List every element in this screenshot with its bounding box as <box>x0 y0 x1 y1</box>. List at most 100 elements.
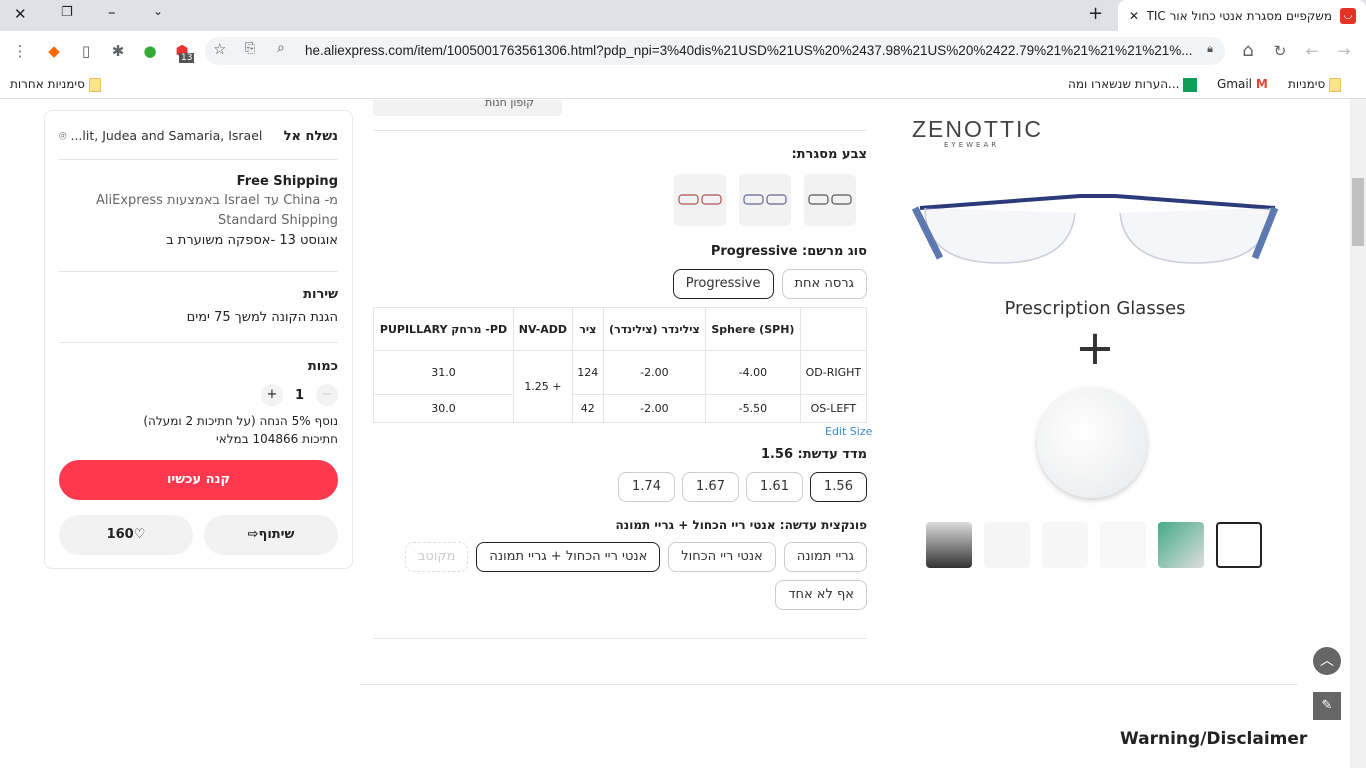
prescription-label: סוג מרשם: Progressive <box>710 244 867 259</box>
buy-now-button[interactable]: קנה עכשיו <box>59 460 338 500</box>
extension-globe-icon[interactable]: ● <box>138 39 162 63</box>
share-label: שיתוף <box>258 527 295 542</box>
toolbar: ⋮ ◆ ▯ ✱ ● ⬢ 13 ☆ ⎘ ⌕ he.aliexpress.com/i… <box>0 31 1366 71</box>
cell: -2.00 <box>602 350 707 395</box>
extensions-puzzle-icon[interactable]: ✱ <box>106 39 130 63</box>
adblock-badge: 13 <box>179 53 195 63</box>
function-option[interactable]: אנטי ריי הכחול + גריי תמונה <box>476 542 661 572</box>
increase-button[interactable]: + <box>260 384 283 406</box>
sidebar-icon[interactable]: ▯ <box>74 39 98 63</box>
thumbnail[interactable] <box>1158 522 1204 568</box>
cell: 124 <box>571 350 604 395</box>
extension-icon[interactable]: ◆ <box>42 39 66 63</box>
thumbnail[interactable] <box>926 522 972 568</box>
thumbnail[interactable] <box>984 522 1030 568</box>
glasses-image <box>911 194 1279 264</box>
zoom-icon[interactable]: ⌕ <box>277 40 285 56</box>
color-option-red[interactable] <box>674 174 726 226</box>
back-icon[interactable]: ← <box>1300 39 1324 63</box>
function-option[interactable]: אף לא אחד <box>775 580 867 610</box>
option-progressive[interactable]: Progressive <box>672 269 774 299</box>
home-icon[interactable]: ⌂ <box>1236 39 1260 63</box>
tab-active[interactable]: ◡ משקפיים מסגרת אנטי כחול אור ZENOTTIC ✕ <box>1118 0 1366 31</box>
forward-icon[interactable]: → <box>1332 39 1356 63</box>
address-bar[interactable]: ☆ ⎘ ⌕ he.aliexpress.com/item/10050017635… <box>205 37 1225 65</box>
bookmark-label: Gmail <box>1217 77 1253 91</box>
close-window-icon[interactable]: ✕ <box>14 5 27 23</box>
color-option-blue[interactable] <box>739 174 791 226</box>
reload-icon[interactable]: ↻ <box>1268 39 1292 63</box>
brand-sub: EYEWEAR <box>944 141 1000 149</box>
thumbnail-strip <box>926 522 1262 568</box>
function-option[interactable]: אנטי ריי הכחול <box>668 542 776 572</box>
bookmark-gmail[interactable]: Gmail M <box>1217 77 1268 91</box>
function-option[interactable]: גריי תמונה <box>783 542 867 572</box>
quantity-title: כמות <box>307 359 338 374</box>
location-pin-icon: ⌾ <box>59 128 71 143</box>
ship-to-location[interactable]: ⌾ ...lit, Judea and Samaria, Israel <box>59 128 262 144</box>
product-main-image[interactable]: ZENOTTIC EYEWEAR Prescription Glasses + <box>900 108 1290 508</box>
cell: 42 <box>571 394 604 423</box>
function-option-disabled: מקוטב <box>404 542 469 572</box>
minimize-icon[interactable]: – <box>108 3 116 21</box>
quantity-value[interactable]: 1 <box>295 388 304 403</box>
thumbnail[interactable] <box>1042 522 1088 568</box>
scrollbar-thumb[interactable] <box>1352 178 1364 246</box>
share-button[interactable]: שיתוף⇨ <box>204 515 338 555</box>
lock-icon: 🔒︎ <box>1207 42 1213 55</box>
option-single-vision[interactable]: גרסה אחת <box>781 269 867 299</box>
disclaimer-heading: Warning/Disclaimer <box>1120 729 1308 749</box>
tab-bar: ✕ ❐ – ⌄ + ◡ משקפיים מסגרת אנטי כחול אור … <box>0 0 1366 31</box>
index-option[interactable]: 1.56 <box>810 472 867 502</box>
feedback-edit-icon[interactable]: ✎ <box>1313 692 1341 720</box>
table-header: Sphere (SPH) <box>705 307 801 351</box>
lens-function-label: פונקצית עדשה: אנטי ריי הכחול + גריי תמונ… <box>615 518 867 532</box>
frame-color-label: צבע מסגרת: <box>791 147 867 162</box>
edit-size-link[interactable]: Edit Size <box>825 425 872 438</box>
share-icon[interactable]: ⎘ <box>245 41 255 56</box>
divider <box>373 130 867 131</box>
cell: + 1.25 <box>513 350 573 423</box>
lens-image <box>1037 388 1147 498</box>
sheets-icon <box>1183 77 1198 92</box>
other-bookmarks[interactable]: סימניות אחרות <box>10 77 101 92</box>
table-header: ציר <box>571 307 604 351</box>
restore-icon[interactable]: ❐ <box>61 5 73 20</box>
delivery-estimate: אוגוסט 13 -אספקה משוערת ב <box>166 233 338 248</box>
tab-close-icon[interactable]: ✕ <box>1129 9 1139 23</box>
scroll-top-button[interactable]: ︿ <box>1313 647 1341 675</box>
bookmark-star-icon[interactable]: ☆ <box>213 40 226 58</box>
index-option[interactable]: 1.74 <box>618 472 675 502</box>
cell: OS-LEFT <box>799 394 868 423</box>
wishlist-button[interactable]: ♡160 <box>59 515 193 555</box>
divider <box>360 684 1298 685</box>
url-text[interactable]: he.aliexpress.com/item/1005001763561306.… <box>305 43 1195 58</box>
bookmark-notes[interactable]: הערות שנשארו ומה... <box>1068 77 1198 92</box>
tab-search-icon[interactable]: ⌄ <box>153 4 163 18</box>
cell: -2.00 <box>602 394 707 423</box>
share-icon: ⇨ <box>247 527 259 542</box>
thumbnail[interactable] <box>1100 522 1146 568</box>
other-bookmarks-label: סימניות אחרות <box>10 77 85 91</box>
service-title: שירות <box>303 287 338 302</box>
decrease-button[interactable]: − <box>316 384 338 406</box>
bookmark-label: סימניות <box>1288 77 1326 91</box>
frame-color-options <box>674 174 856 226</box>
scrollbar[interactable] <box>1350 99 1366 768</box>
shipping-route: מ- China עד Israel באמצעות AliExpress St… <box>96 193 338 228</box>
thumbnail-selected[interactable] <box>1216 522 1262 568</box>
quantity-stepper: − 1 + <box>59 384 338 406</box>
gmail-icon: M <box>1255 77 1268 91</box>
bookmarks-bar: סימניות אחרות הערות שנשארו ומה... Gmail … <box>0 71 1366 99</box>
store-coupon-button[interactable]: קופון חנות <box>373 100 562 116</box>
bookmark-folder[interactable]: סימניות <box>1288 77 1342 92</box>
index-option[interactable]: 1.61 <box>746 472 803 502</box>
menu-icon[interactable]: ⋮ <box>8 39 32 63</box>
purchase-card: נשלח אל ⌾ ...lit, Judea and Samaria, Isr… <box>44 110 353 569</box>
image-caption: Prescription Glasses <box>1004 298 1186 319</box>
new-tab-icon[interactable]: + <box>1088 3 1103 24</box>
bookmark-label: הערות שנשארו ומה... <box>1068 77 1180 91</box>
table-row: OD-RIGHT -4.00 -2.00 124 + 1.25 31.0 <box>373 350 868 423</box>
index-option[interactable]: 1.67 <box>682 472 739 502</box>
color-option-gray[interactable] <box>804 174 856 226</box>
